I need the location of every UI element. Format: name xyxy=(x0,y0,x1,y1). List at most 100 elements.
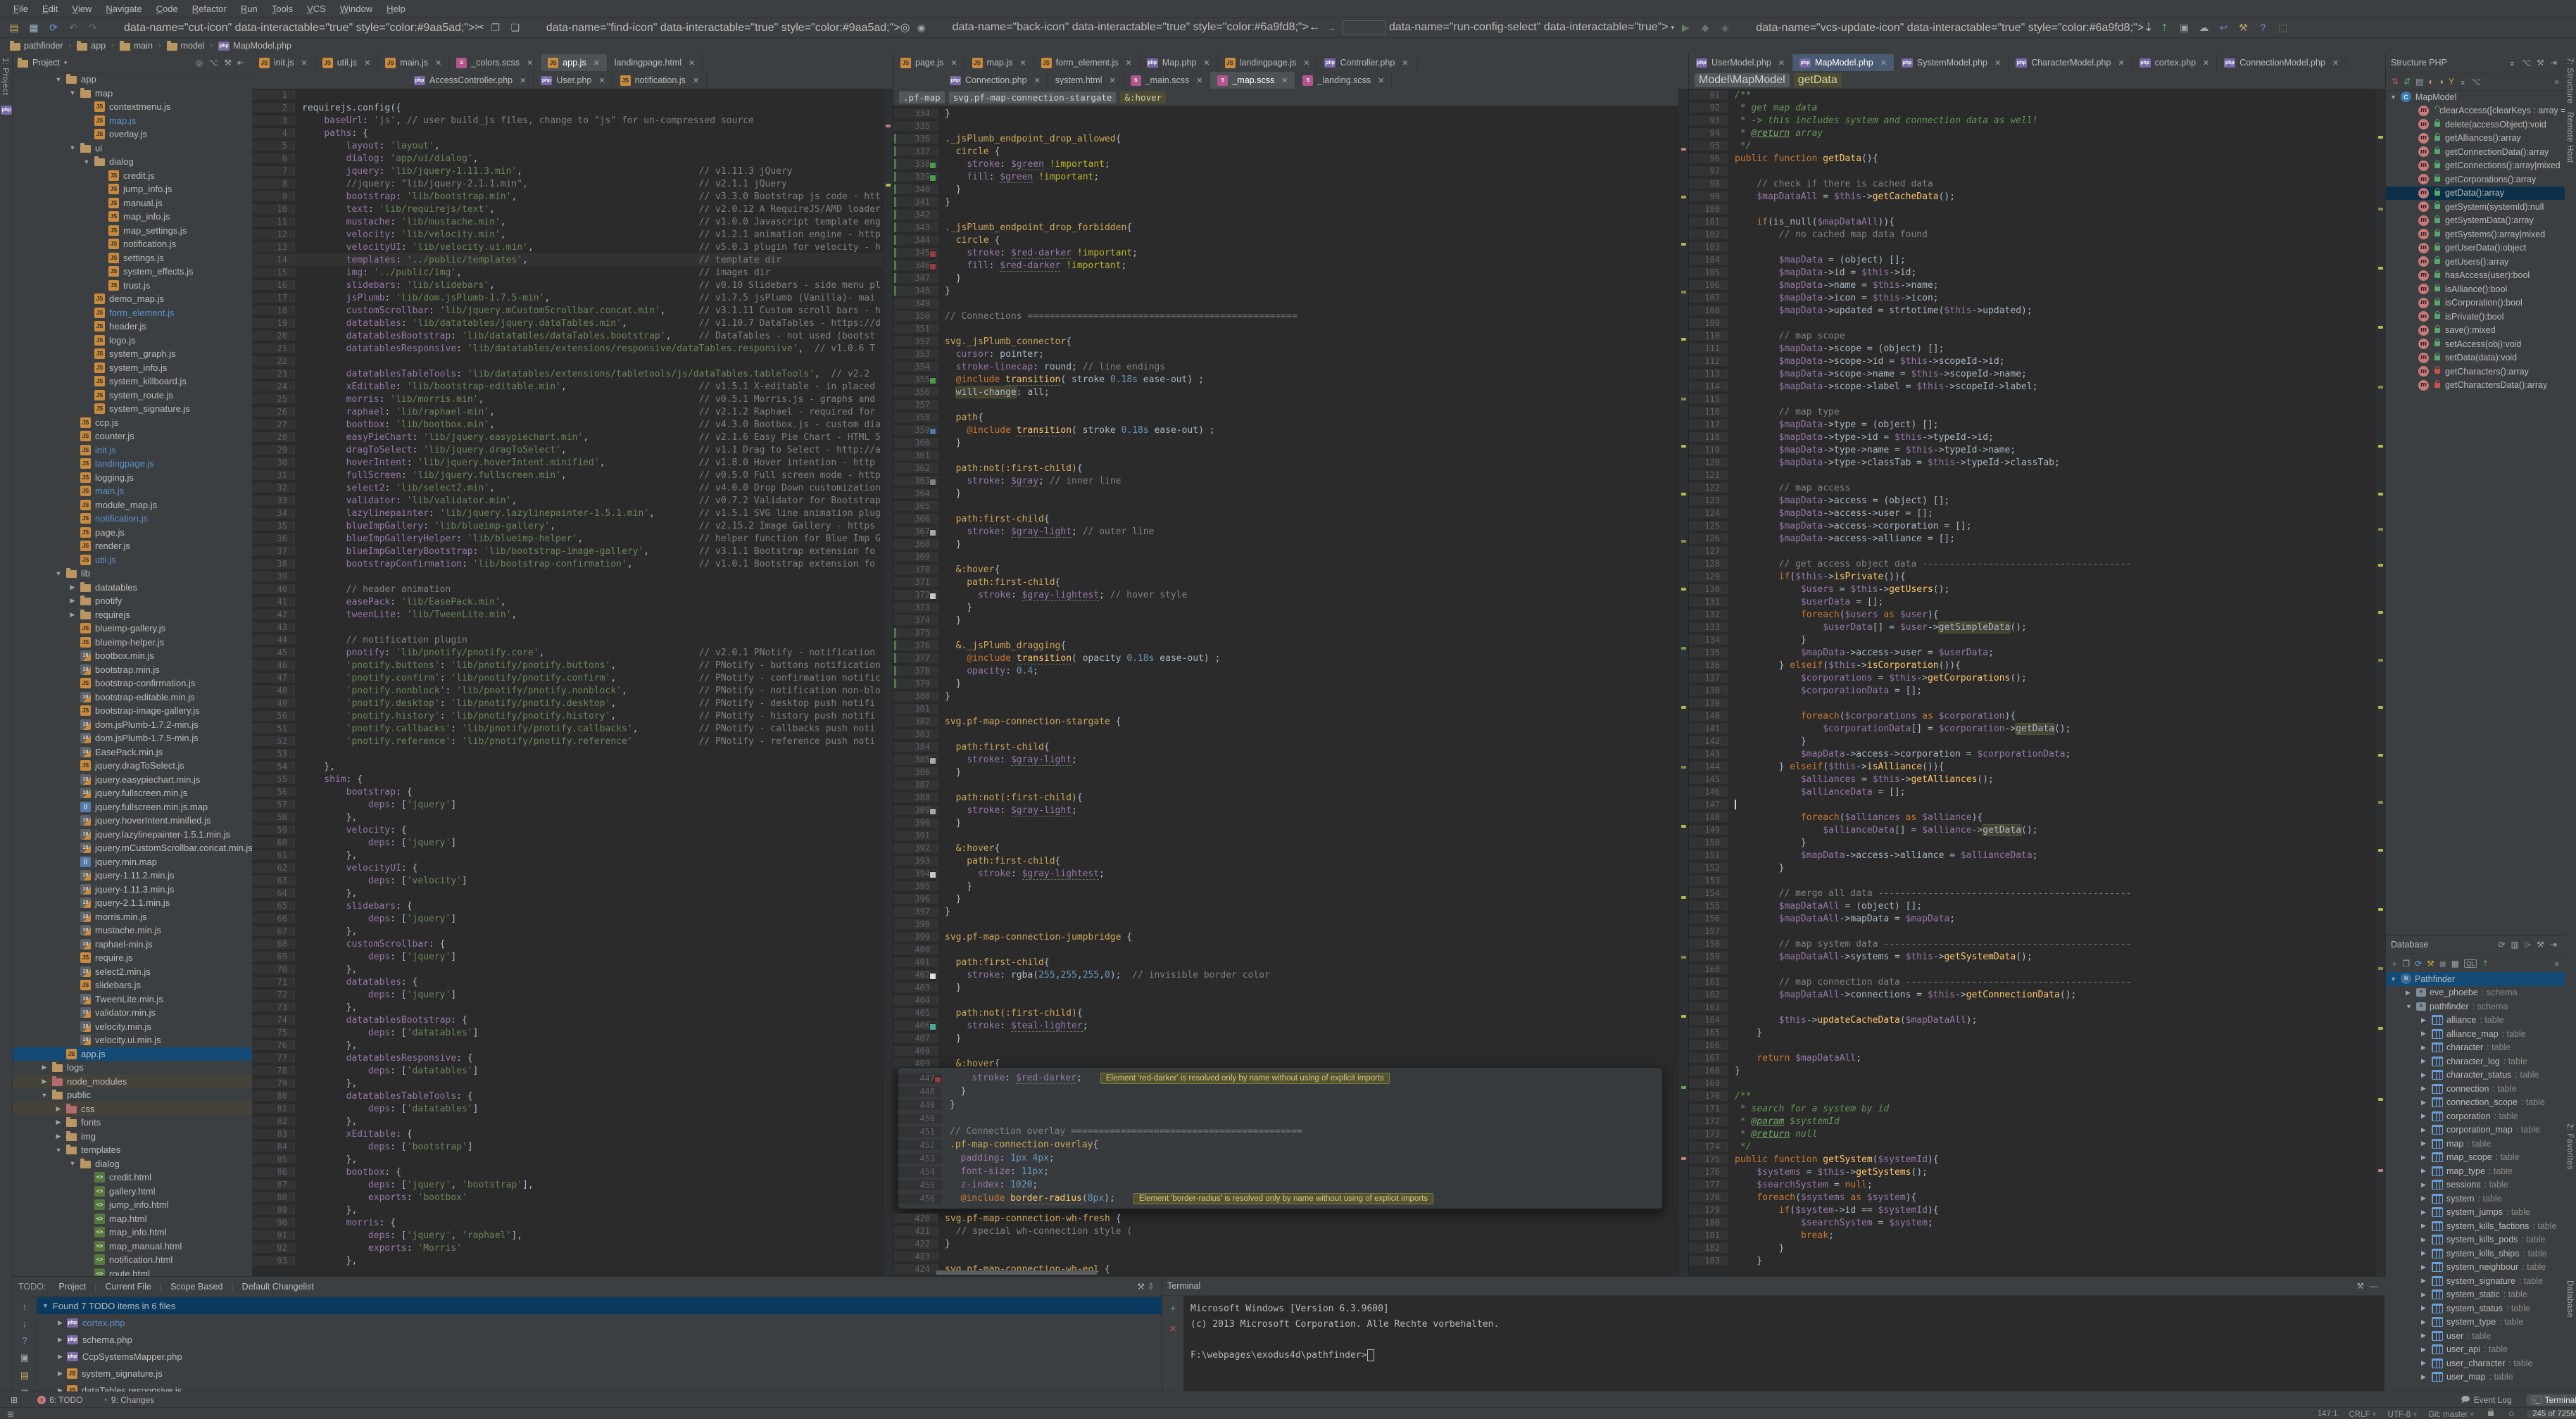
sort-visibility-icon[interactable]: ⇅ xyxy=(2392,77,2399,87)
hide-panel-icon[interactable]: ⇥ xyxy=(2547,58,2560,68)
db-item-connection[interactable]: ▶connection: table xyxy=(2386,1082,2565,1096)
project-item-header.js[interactable]: JSheader.js xyxy=(13,320,252,334)
expand-all-icon[interactable]: ⌅ xyxy=(2506,58,2518,68)
tab-map.js[interactable]: JSmap.js✕ xyxy=(965,54,1034,71)
collapse-all-icon[interactable]: ⌥ xyxy=(206,58,221,68)
db-item-eve_phoebe[interactable]: ▶⌗eve_phoebe: schema xyxy=(2386,986,2565,1000)
debug-icon[interactable]: ◆ xyxy=(1697,20,1714,35)
new-session-icon[interactable]: + xyxy=(1170,1303,1176,1315)
settings-gear-icon[interactable]: ⚒ xyxy=(2534,940,2547,950)
project-item-blueimp-helper.js[interactable]: JSblueimp-helper.js xyxy=(13,636,252,650)
project-item-notification.js[interactable]: JSnotification.js xyxy=(13,512,252,526)
tab-_main.scss[interactable]: S_main.scss✕ xyxy=(1124,72,1211,89)
project-item-img[interactable]: ▶img xyxy=(13,1130,252,1144)
project-item-trust.js[interactable]: JStrust.js xyxy=(13,279,252,293)
refresh-icon[interactable]: ⟳ xyxy=(2415,959,2422,969)
db-item-map[interactable]: ▶map: table xyxy=(2386,1137,2565,1151)
project-item-velocity.ui.min.js[interactable]: 10velocity.ui.min.js xyxy=(13,1033,252,1047)
menu-code[interactable]: Code xyxy=(150,1,184,16)
db-item-Pathfinder[interactable]: ▼NPathfinder xyxy=(2386,972,2565,986)
tab-_colors.scss[interactable]: S_colors.scss✕ xyxy=(449,54,541,71)
breadcrumb-app[interactable]: app xyxy=(74,41,108,51)
split-icon[interactable]: ⌲ xyxy=(2522,940,2534,950)
project-item-manual.js[interactable]: JSmanual.js xyxy=(13,196,252,210)
structure-method[interactable]: mgetConnections():array|mixed xyxy=(2386,159,2565,173)
structure-method[interactable]: misCorporation():bool xyxy=(2386,296,2565,310)
close-icon[interactable]: ✕ xyxy=(2332,58,2339,68)
project-item-logs[interactable]: ▶logs xyxy=(13,1061,252,1075)
menu-file[interactable]: File xyxy=(7,1,34,16)
tool-button-terminal[interactable]: ›_Terminal xyxy=(2527,1394,2576,1406)
breadcrumb-pathfinder[interactable]: pathfinder xyxy=(7,41,66,51)
project-item-page.js[interactable]: JSpage.js xyxy=(13,526,252,540)
caret-position[interactable]: 147:1 xyxy=(2318,1410,2338,1418)
more-icon[interactable]: » xyxy=(2554,77,2559,87)
show-fields-icon[interactable]: ▤ xyxy=(2415,77,2423,87)
project-item-logo.js[interactable]: JSlogo.js xyxy=(13,334,252,348)
project-item-system_info.js[interactable]: JSsystem_info.js xyxy=(13,361,252,375)
tab-landingpage.js[interactable]: JSlandingpage.js✕ xyxy=(1218,54,1318,71)
db-item-sessions[interactable]: ▶sessions: table xyxy=(2386,1178,2565,1192)
project-item-slidebars.js[interactable]: JSslidebars.js xyxy=(13,978,252,992)
project-item-jquery.hoverIntent.minified.js[interactable]: 10jquery.hoverIntent.minified.js xyxy=(13,814,252,828)
run-icon[interactable]: ▶ xyxy=(1677,20,1694,35)
todo-file-CcpSystemsMapper.php[interactable]: ▶phpCcpSystemsMapper.php xyxy=(37,1348,1162,1365)
db-item-system[interactable]: ▶system: table xyxy=(2386,1192,2565,1206)
db-item-alliance_map[interactable]: ▶alliance_map: table xyxy=(2386,1027,2565,1041)
menu-edit[interactable]: Edit xyxy=(36,1,64,16)
project-item-dom.jsPlumb-1.7.2-min.js[interactable]: 10dom.jsPlumb-1.7.2-min.js xyxy=(13,718,252,732)
structure-method[interactable]: mgetSystem(systemId):null xyxy=(2386,200,2565,214)
settings-gear-icon[interactable]: ⚒ ⇩ xyxy=(1137,1281,1155,1292)
project-item-system_killboard.js[interactable]: JSsystem_killboard.js xyxy=(13,374,252,389)
breadcrumb-MapModel.php[interactable]: phpMapModel.php xyxy=(215,41,294,51)
project-item-blueimp-gallery.js[interactable]: JSblueimp-gallery.js xyxy=(13,622,252,636)
close-icon[interactable]: ✕ xyxy=(1378,76,1384,85)
project-item-css[interactable]: ▶css xyxy=(13,1102,252,1116)
project-item-notification.html[interactable]: <>notification.html xyxy=(13,1253,252,1267)
project-item-settings.js[interactable]: JSsettings.js xyxy=(13,251,252,265)
project-item-overlay.js[interactable]: JSoverlay.js xyxy=(13,127,252,141)
status-toggle-icon[interactable]: ⊞ xyxy=(7,1409,14,1419)
close-icon[interactable]: ✕ xyxy=(693,76,699,85)
project-item-map.js[interactable]: JSmap.js xyxy=(13,114,252,128)
menu-vcs[interactable]: VCS xyxy=(301,1,332,16)
close-icon[interactable]: ✕ xyxy=(1303,58,1309,68)
db-item-corporation_map[interactable]: ▶corporation_map: table xyxy=(2386,1123,2565,1137)
breadcrumb-main[interactable]: main xyxy=(117,41,156,51)
close-session-icon[interactable]: ✕ xyxy=(1169,1323,1177,1335)
table-editor-icon[interactable]: ▦ xyxy=(2451,959,2459,969)
breadcrumb-method[interactable]: getData xyxy=(1794,73,1842,87)
tab-Connection.php[interactable]: phpConnection.php✕ xyxy=(943,72,1048,89)
structure-method[interactable]: mgetCharactersData():array xyxy=(2386,379,2565,393)
project-item-module_map.js[interactable]: JSmodule_map.js xyxy=(13,498,252,512)
project-item-map[interactable]: ▼map xyxy=(13,87,252,101)
db-item-pathfinder[interactable]: ▼⌗pathfinder: schema xyxy=(2386,999,2565,1014)
menu-refactor[interactable]: Refactor xyxy=(186,1,233,16)
tab-notification.js[interactable]: JSnotification.js✕ xyxy=(613,72,707,89)
filter-icon[interactable]: Y xyxy=(2449,77,2454,87)
project-item-system_effects.js[interactable]: JSsystem_effects.js xyxy=(13,265,252,279)
structure-method[interactable]: mgetCorporations():array xyxy=(2386,172,2565,187)
settings-icon[interactable]: ⚒ xyxy=(2235,20,2251,35)
close-icon[interactable]: ✕ xyxy=(1034,76,1041,85)
project-item-landingpage.js[interactable]: JSlandingpage.js xyxy=(13,457,252,471)
terminal-output[interactable]: Microsoft Windows [Version 6.3.9600] (c)… xyxy=(1183,1296,2385,1391)
tool-button-project[interactable]: 1: Project xyxy=(0,53,10,100)
modify-table-icon[interactable]: ⚒ xyxy=(2427,959,2434,969)
project-item-pnotify[interactable]: ▶pnotify xyxy=(13,594,252,608)
structure-class-MapModel[interactable]: ▼CMapModel xyxy=(2386,90,2565,104)
project-item-lib[interactable]: ▼lib xyxy=(13,567,252,581)
db-item-user_map[interactable]: ▶user_map: table xyxy=(2386,1370,2565,1385)
project-item-demo_map.js[interactable]: JSdemo_map.js xyxy=(13,292,252,306)
project-item-counter.js[interactable]: JScounter.js xyxy=(13,429,252,443)
memory-indicator[interactable]: 245 of 725M xyxy=(2527,1410,2576,1418)
project-item-ccp.js[interactable]: JSccp.js xyxy=(13,416,252,430)
show-properties-icon[interactable]: ◑ xyxy=(2439,77,2444,87)
todo-file-system_signature.js[interactable]: ▶JSsystem_signature.js xyxy=(37,1365,1162,1382)
structure-method[interactable]: msave():mixed xyxy=(2386,324,2565,338)
tool-button-favorites[interactable]: 2: Favorites xyxy=(2565,1119,2575,1174)
project-item-jquery.fullscreen.min.js.map[interactable]: {}jquery.fullscreen.min.js.map xyxy=(13,800,252,814)
project-item-credit.html[interactable]: <>credit.html xyxy=(13,1171,252,1185)
redo-icon[interactable]: ↷ xyxy=(84,20,101,35)
db-item-map_scope[interactable]: ▶map_scope: table xyxy=(2386,1151,2565,1165)
